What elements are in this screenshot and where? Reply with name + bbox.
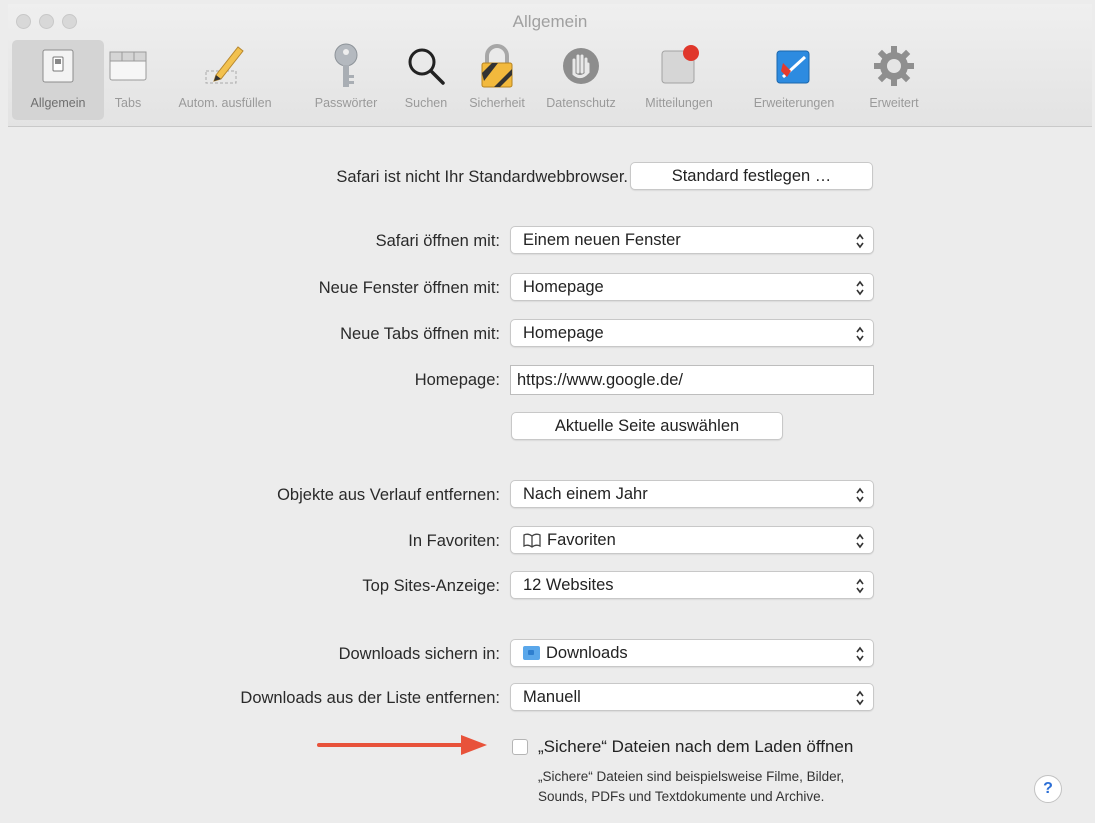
open-with-value: Einem neuen Fenster	[523, 230, 681, 249]
tab-allgemein[interactable]: Allgemein	[12, 40, 104, 120]
chevron-updown-icon	[856, 326, 864, 342]
chevron-updown-icon	[856, 690, 864, 706]
homepage-label: Homepage:	[414, 371, 500, 389]
preferences-window: Allgemein Allgemein Tabs Autom. ausfülle…	[8, 4, 1092, 823]
top-sites-popup[interactable]: 12 Websites	[510, 571, 874, 599]
downloads-folder-value: Downloads	[546, 643, 628, 662]
top-sites-label: Top Sites-Anzeige:	[362, 577, 500, 595]
tab-label: Datenschutz	[546, 96, 616, 110]
homepage-input[interactable]: https://www.google.de/	[510, 365, 874, 395]
notifications-icon	[652, 40, 706, 92]
hand-icon	[554, 40, 608, 92]
window-title: Allgemein	[512, 12, 588, 31]
new-windows-row: Neue Fenster öffnen mit: Homepage	[8, 273, 1092, 303]
preferences-toolbar: Allgemein Allgemein Tabs Autom. ausfülle…	[8, 4, 1092, 127]
new-tabs-popup[interactable]: Homepage	[510, 319, 874, 347]
downloads-folder-popup[interactable]: Downloads	[510, 639, 874, 667]
tab-label: Erweitert	[869, 96, 919, 110]
safe-files-row: „Sichere“ Dateien nach dem Laden öffnen	[8, 737, 1092, 761]
tab-label: Sicherheit	[469, 96, 525, 110]
new-tabs-label: Neue Tabs öffnen mit:	[340, 325, 500, 343]
open-with-popup[interactable]: Einem neuen Fenster	[510, 226, 874, 254]
chevron-updown-icon	[856, 487, 864, 503]
magnifier-icon	[399, 40, 453, 92]
set-default-button[interactable]: Standard festlegen …	[630, 162, 873, 190]
favorites-row: In Favoriten: Favoriten	[8, 526, 1092, 556]
tab-notifications[interactable]: Mitteilungen	[626, 40, 732, 120]
help-button[interactable]: ?	[1034, 775, 1062, 803]
new-windows-label: Neue Fenster öffnen mit:	[318, 279, 500, 297]
tab-label: Tabs	[114, 96, 142, 110]
downloads-remove-popup[interactable]: Manuell	[510, 683, 874, 711]
annotation-arrow-icon	[317, 735, 487, 755]
safe-files-checkbox[interactable]	[512, 739, 528, 755]
new-tabs-value: Homepage	[523, 323, 604, 342]
puzzle-icon	[767, 40, 821, 92]
tab-label: Autom. ausfüllen	[178, 96, 272, 110]
current-page-row: Aktuelle Seite auswählen	[8, 412, 1092, 442]
downloads-remove-row: Downloads aus der Liste entfernen: Manue…	[8, 683, 1092, 713]
new-windows-value: Homepage	[523, 277, 604, 296]
top-sites-value: 12 Websites	[523, 575, 614, 594]
open-with-label: Safari öffnen mit:	[375, 232, 500, 250]
tab-security[interactable]: Sicherheit	[458, 40, 536, 120]
homepage-row: Homepage: https://www.google.de/	[8, 365, 1092, 395]
downloads-folder-row: Downloads sichern in: Downloads	[8, 639, 1092, 669]
remove-history-value: Nach einem Jahr	[523, 484, 648, 503]
book-icon	[523, 533, 541, 548]
downloads-folder-label: Downloads sichern in:	[338, 645, 500, 663]
gear-icon	[867, 40, 921, 92]
chevron-updown-icon	[856, 233, 864, 249]
set-current-page-button[interactable]: Aktuelle Seite auswählen	[511, 412, 783, 440]
tab-label: Suchen	[404, 96, 448, 110]
tab-passwords[interactable]: Passwörter	[298, 40, 394, 120]
tab-extensions[interactable]: Erweiterungen	[732, 40, 856, 120]
favorites-value: Favoriten	[547, 530, 616, 549]
tab-privacy[interactable]: Datenschutz	[536, 40, 626, 120]
favorites-popup[interactable]: Favoriten	[510, 526, 874, 554]
chevron-updown-icon	[856, 578, 864, 594]
safe-files-help-line: Sounds, PDFs und Textdokumente und Archi…	[538, 789, 825, 804]
tab-search[interactable]: Suchen	[394, 40, 458, 120]
remove-history-label: Objekte aus Verlauf entfernen:	[277, 486, 500, 504]
tab-label: Passwörter	[314, 96, 378, 110]
downloads-remove-value: Manuell	[523, 687, 581, 706]
general-switch-icon	[31, 40, 85, 92]
tab-tabs[interactable]: Tabs	[104, 40, 152, 120]
default-browser-text: Safari ist nicht Ihr Standardwebbrowser.	[336, 168, 628, 186]
downloads-remove-label: Downloads aus der Liste entfernen:	[240, 689, 500, 707]
favorites-label: In Favoriten:	[408, 532, 500, 550]
pencil-icon	[198, 40, 252, 92]
tab-label: Allgemein	[30, 96, 86, 110]
lock-icon	[470, 40, 524, 92]
key-icon	[319, 40, 373, 92]
safe-files-label: „Sichere“ Dateien nach dem Laden öffnen	[538, 737, 854, 756]
folder-icon	[523, 646, 540, 660]
general-pane: Safari ist nicht Ihr Standardwebbrowser.…	[8, 127, 1092, 823]
tab-label: Erweiterungen	[753, 96, 835, 110]
chevron-updown-icon	[856, 533, 864, 549]
safe-files-help-text: „Sichere“ Dateien sind beispielsweise Fi…	[538, 767, 844, 807]
new-windows-popup[interactable]: Homepage	[510, 273, 874, 301]
preferences-tabs: Allgemein Tabs Autom. ausfüllen Passwört…	[12, 40, 932, 120]
tab-autofill[interactable]: Autom. ausfüllen	[152, 40, 298, 120]
chevron-updown-icon	[856, 646, 864, 662]
remove-history-popup[interactable]: Nach einem Jahr	[510, 480, 874, 508]
tab-advanced[interactable]: Erweitert	[856, 40, 932, 120]
tabs-icon	[101, 40, 155, 92]
default-browser-row: Safari ist nicht Ihr Standardwebbrowser.…	[8, 162, 1092, 192]
tab-label: Mitteilungen	[645, 96, 713, 110]
remove-history-row: Objekte aus Verlauf entfernen: Nach eine…	[8, 480, 1092, 510]
open-with-row: Safari öffnen mit: Einem neuen Fenster	[8, 226, 1092, 256]
new-tabs-row: Neue Tabs öffnen mit: Homepage	[8, 319, 1092, 349]
chevron-updown-icon	[856, 280, 864, 296]
safe-files-help-line: „Sichere“ Dateien sind beispielsweise Fi…	[538, 769, 845, 784]
top-sites-row: Top Sites-Anzeige: 12 Websites	[8, 571, 1092, 601]
